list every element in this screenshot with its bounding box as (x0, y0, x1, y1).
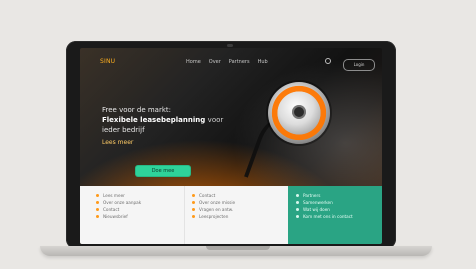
footer-col1-item[interactable]: Over onze aanpak (96, 199, 188, 206)
footer-column-2: Contact Over onze missie Vragen en antw.… (192, 192, 284, 220)
bullet-icon (296, 215, 299, 218)
footer-col1-text: Nieuwsbrief (103, 214, 128, 219)
bullet-icon (96, 208, 99, 211)
footer-col2-text: Over onze missie (199, 200, 236, 205)
footer-panels: Lees meer Over onze aanpak Contact Nieuw… (80, 186, 382, 244)
hero-line-3: ieder bedrijf (102, 126, 145, 134)
laptop-screen: SINU Home Over Partners Hub Login Free v… (80, 48, 382, 244)
footer-col1-item[interactable]: Nieuwsbrief (96, 213, 188, 220)
footer-col2-item[interactable]: Contact (192, 192, 284, 199)
bullet-icon (296, 201, 299, 204)
footer-col3-item[interactable]: Wat wij doen (296, 206, 382, 213)
bullet-icon (192, 215, 195, 218)
bullet-icon (96, 194, 99, 197)
footer-col3-item[interactable]: Kom met ons in contact (296, 213, 382, 220)
footer-col2-item[interactable]: Leesprojecten (192, 213, 284, 220)
bullet-icon (96, 201, 99, 204)
footer-col1-text: Over onze aanpak (103, 200, 142, 205)
hero-cta-label: Doe mee (151, 168, 175, 174)
site-logo[interactable]: SINU (100, 58, 115, 65)
footer-col3-text: Partners (303, 193, 321, 198)
nav-item-partners[interactable]: Partners (229, 59, 250, 65)
bullet-icon (192, 208, 195, 211)
hero-subline[interactable]: Lees meer (102, 139, 133, 146)
hero-cta-button[interactable]: Doe mee (135, 165, 191, 177)
login-button[interactable]: Login (343, 59, 375, 71)
hero-line-2: Flexibele leasebeplanning voor (102, 116, 223, 125)
nav-item-over[interactable]: Over (209, 59, 221, 65)
bullet-icon (192, 201, 195, 204)
footer-col3-text: Samenwerken (303, 200, 333, 205)
footer-col2-text: Leesprojecten (199, 214, 229, 219)
hero-line-1: Free voor de markt: (102, 106, 172, 114)
footer-column-3: Partners Samenwerken Wat wij doen Kom me… (296, 192, 382, 220)
footer-col3-item[interactable]: Samenwerken (296, 199, 382, 206)
footer-col3-text: Wat wij doen (303, 207, 330, 212)
map-pin-icon[interactable] (325, 58, 331, 64)
rotary-dial-center (292, 105, 306, 119)
site-topbar: SINU Home Over Partners Hub Login (80, 48, 382, 74)
laptop-base-notch (206, 246, 270, 250)
laptop-camera (227, 44, 233, 47)
footer-col2-text: Vragen en antw. (199, 207, 234, 212)
hero-line-2-strong: Flexibele leasebeplanning (102, 116, 206, 124)
footer-col1-text: Lees meer (103, 193, 125, 198)
site-nav: Home Over Partners Hub (186, 59, 268, 65)
bullet-icon (296, 194, 299, 197)
bullet-icon (296, 208, 299, 211)
footer-col1-item[interactable]: Lees meer (96, 192, 188, 199)
footer-column-1: Lees meer Over onze aanpak Contact Nieuw… (96, 192, 188, 220)
nav-item-hub[interactable]: Hub (258, 59, 268, 65)
footer-col2-item[interactable]: Over onze missie (192, 199, 284, 206)
mockup-stage: SINU Home Over Partners Hub Login Free v… (0, 0, 476, 269)
footer-col2-text: Contact (199, 193, 216, 198)
footer-col1-text: Contact (103, 207, 120, 212)
footer-col2-item[interactable]: Vragen en antw. (192, 206, 284, 213)
footer-col3-text: Kom met ons in contact (303, 214, 353, 219)
footer-col3-item[interactable]: Partners (296, 192, 382, 199)
nav-item-home[interactable]: Home (186, 59, 201, 65)
login-button-label: Login (353, 62, 365, 67)
footer-col1-item[interactable]: Contact (96, 206, 188, 213)
hero-line-2-muted: voor (207, 116, 224, 124)
bullet-icon (192, 194, 195, 197)
bullet-icon (96, 215, 99, 218)
